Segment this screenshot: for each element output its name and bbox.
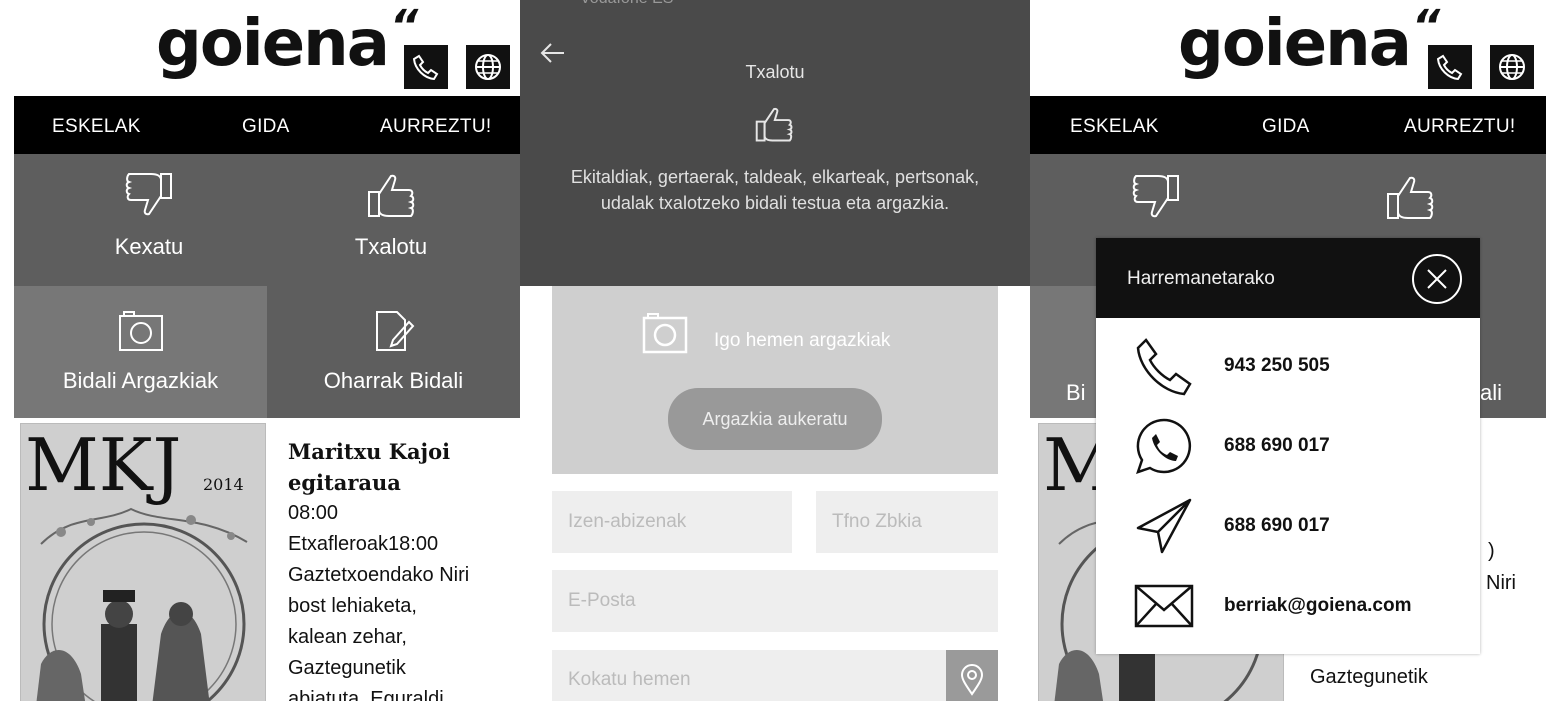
mail-icon [1134,584,1194,628]
contact-value: 943 250 505 [1224,355,1330,376]
email-field[interactable]: E-Posta [552,570,998,632]
thumbs-up-icon [755,107,793,142]
tile-label-partial: Bi [1066,380,1086,405]
form-header: Vodafone ES Txalotu Ekitaldiak, gertaera… [520,0,1030,286]
phone-field[interactable]: Tfno Zbkia [816,491,998,553]
contact-value: 688 690 017 [1224,515,1330,536]
home-with-contact-modal: goiena“ ESKELAK GIDA AURREZTU! Bi ali MK… [1030,0,1546,701]
modal-header: Harremanetarako [1096,238,1480,318]
web-button[interactable] [1490,45,1534,89]
article-line: 08:00 [288,502,339,524]
article-summary[interactable]: Maritxu Kajoi egitaraua 08:00 Etxafleroa… [288,436,518,701]
contact-modal: Harremanetarako 943 250 505 688 690 017 … [1096,238,1480,654]
poster-title: MKJ [25,424,181,507]
camera-icon [642,313,688,354]
goiena-logo[interactable]: goiena“ [156,5,418,77]
logo-text: goiena [156,7,390,81]
tile-label: Kexatu [114,234,184,259]
contact-message-row[interactable]: 688 690 017 [1132,496,1462,556]
logo-text: goiena [1178,7,1412,81]
globe-icon [1499,54,1525,80]
phone-icon [1436,54,1463,81]
nav-gida[interactable]: GIDA [1262,116,1310,138]
poster-year: 2014 [203,475,244,494]
edit-note-icon [375,311,414,351]
location-button[interactable] [946,650,998,701]
contact-phone-row[interactable]: 943 250 505 [1132,336,1462,396]
header: goiena“ [14,0,520,96]
tile-kexatu[interactable]: Kexatu [74,170,224,260]
article-line-partial: Gaztegunetik [1310,666,1428,688]
tile-label-partial: ali [1480,380,1503,405]
tile-label: Oharrak Bidali [323,368,464,393]
thumbs-up-icon[interactable] [1382,172,1438,222]
header: goiena“ [1030,0,1546,96]
nav-eskelak[interactable]: ESKELAK [1070,116,1159,138]
article-line: Gaztetxoendako Niri [288,564,470,586]
thumbs-down-icon [125,173,172,216]
send-icon [1136,498,1192,554]
article-line: abiatuta. Eguraldi [288,688,444,701]
contact-value: berriak@goiena.com [1224,595,1412,616]
article-line: kalean zehar, [288,626,407,648]
tile-oharrak-bidali[interactable]: Oharrak Bidali [267,286,520,418]
thumbs-up-icon [368,174,415,217]
phone-button[interactable] [1428,45,1472,89]
phone-icon [412,54,439,81]
whatsapp-icon [1136,418,1192,474]
top-nav: ESKELAK GIDA AURREZTU! [14,96,520,154]
home-screen: goiena“ ESKELAK GIDA AURREZTU! Kexatu Tx… [14,0,520,701]
txalotu-form-screen: Vodafone ES Txalotu Ekitaldiak, gertaera… [520,0,1030,701]
article-line: bost lehiaketa, [288,595,417,617]
article-image[interactable]: MKJ 2014 [20,423,266,701]
form-description: Ekitaldiak, gertaerak, taldeak, elkartea… [570,167,980,213]
article-line-partial: ) [1488,540,1495,562]
nav-aurreztu[interactable]: AURREZTU! [380,116,491,138]
photo-upload-area[interactable]: Igo hemen argazkiak Argazkia aukeratu [552,286,998,474]
tile-bidali-argazkiak[interactable]: Bidali Argazkiak [14,286,267,418]
web-button[interactable] [466,45,510,89]
top-nav: ESKELAK GIDA AURREZTU! [1030,96,1546,154]
nav-gida[interactable]: GIDA [242,116,290,138]
article-line-partial: Niri [1486,572,1516,594]
choose-photo-button[interactable]: Argazkia aukeratu [668,388,882,450]
article-line: Etxafleroak18:00 [288,533,439,555]
phone-button[interactable] [404,45,448,89]
poster-illustration: MKJ 2014 [21,424,265,701]
camera-icon [118,311,163,351]
goiena-logo[interactable]: goiena“ [1178,5,1440,77]
nav-aurreztu[interactable]: AURREZTU! [1404,116,1515,138]
status-bar: Vodafone ES [580,0,673,8]
form-title: Txalotu [745,62,805,82]
close-icon[interactable] [1410,252,1464,306]
tile-label: Txalotu [354,234,428,259]
name-field[interactable]: Izen-abizenak [552,491,792,553]
upload-label: Igo hemen argazkiak [714,330,891,351]
article-title[interactable]: Maritxu Kajoi egitaraua [288,436,518,498]
phone-icon [1136,338,1192,396]
globe-icon [475,54,501,80]
map-pin-icon [960,664,984,696]
location-field[interactable]: Kokatu hemen [552,650,946,701]
modal-title: Harremanetarako [1127,268,1275,289]
nav-eskelak[interactable]: ESKELAK [52,116,141,138]
article-line: Gaztegunetik [288,657,406,679]
contact-whatsapp-row[interactable]: 688 690 017 [1132,416,1462,476]
contact-email-row[interactable]: berriak@goiena.com [1132,576,1462,636]
tile-label: Bidali Argazkiak [62,368,219,393]
tile-txalotu[interactable]: Txalotu [316,170,466,260]
thumbs-down-icon[interactable] [1128,172,1184,222]
contact-value: 688 690 017 [1224,435,1330,456]
